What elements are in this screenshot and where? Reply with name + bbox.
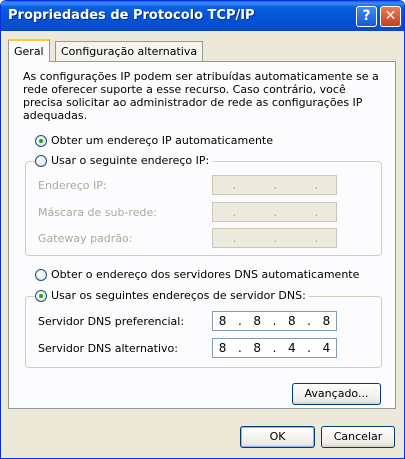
alternate-dns-field[interactable]: 8. 8. 4. 4 xyxy=(212,338,337,358)
ip-manual-radio[interactable] xyxy=(35,154,47,167)
tab-panel-geral: As configurações IP podem ser atribuídas… xyxy=(8,61,396,409)
tab-geral[interactable]: Geral xyxy=(8,39,50,62)
ip-manual-option[interactable]: Usar o seguinte endereço IP: xyxy=(35,154,213,167)
window-title: Propriedades de Protocolo TCP/IP xyxy=(8,8,255,23)
dns-auto-option[interactable]: Obter o endereço dos servidores DNS auto… xyxy=(35,268,363,281)
help-button[interactable]: ? xyxy=(356,6,377,27)
subnet-mask-label: Máscara de sub-rede: xyxy=(38,206,157,219)
cancel-button[interactable]: Cancelar xyxy=(321,426,395,448)
dns-auto-label: Obter o endereço dos servidores DNS auto… xyxy=(51,268,360,281)
dns-manual-option[interactable]: Usar os seguintes endereços de servidor … xyxy=(35,289,309,302)
dns-auto-radio[interactable] xyxy=(35,268,47,281)
advanced-button[interactable]: Avançado... xyxy=(292,383,381,405)
ip-address-label: Endereço IP: xyxy=(38,179,107,192)
ip-auto-radio[interactable] xyxy=(35,134,47,147)
ip-address-field[interactable]: . . . xyxy=(212,175,337,195)
preferred-dns-field[interactable]: 8. 8. 8. 8 xyxy=(212,311,337,331)
close-button[interactable]: ✕ xyxy=(380,6,401,27)
tcpip-properties-dialog: Propriedades de Protocolo TCP/IP ? ✕ Ger… xyxy=(0,0,405,459)
tab-configuracao-alternativa[interactable]: Configuração alternativa xyxy=(55,41,204,62)
ip-manual-label: Usar o seguinte endereço IP: xyxy=(51,154,210,167)
alternate-dns-label: Servidor DNS alternativo: xyxy=(38,342,178,355)
preferred-dns-label: Servidor DNS preferencial: xyxy=(38,315,185,328)
dns-manual-radio[interactable] xyxy=(35,289,47,302)
dns-manual-label: Usar os seguintes endereços de servidor … xyxy=(51,289,306,302)
default-gateway-label: Gateway padrão: xyxy=(38,232,133,245)
ip-auto-option[interactable]: Obter um endereço IP automaticamente xyxy=(35,134,277,147)
subnet-mask-field[interactable]: . . . xyxy=(212,202,337,222)
default-gateway-field[interactable]: . . . xyxy=(212,228,337,248)
intro-text: As configurações IP podem ser atribuídas… xyxy=(23,70,379,122)
ok-button[interactable]: OK xyxy=(240,426,315,448)
title-bar[interactable]: Propriedades de Protocolo TCP/IP ? ✕ xyxy=(1,1,404,31)
ip-auto-label: Obter um endereço IP automaticamente xyxy=(51,134,274,147)
